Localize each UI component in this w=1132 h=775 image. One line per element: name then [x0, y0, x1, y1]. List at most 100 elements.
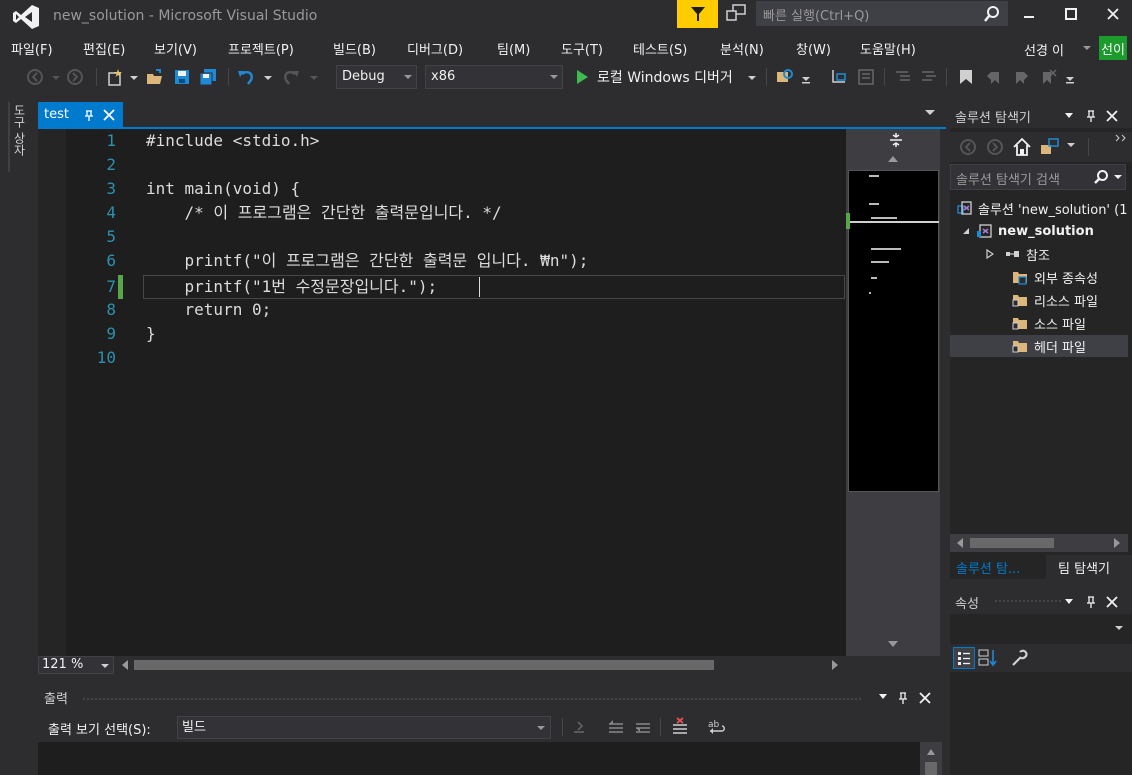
toolbar-overflow-icon[interactable]	[1114, 134, 1128, 142]
scroll-left-arrow-icon[interactable]	[122, 660, 128, 670]
scroll-right-arrow-icon[interactable]	[832, 660, 838, 670]
maximize-button[interactable]	[1056, 4, 1086, 24]
solution-horizontal-scroll-thumb[interactable]	[970, 538, 1054, 548]
menu-view[interactable]: 보기(V)	[154, 39, 197, 58]
code-line[interactable]: printf("이 프로그램은 간단한 출력문 입니다. ₩n");	[146, 249, 589, 273]
find-dropdown-icon[interactable]	[800, 68, 812, 86]
menu-test[interactable]: 테스트(S)	[633, 39, 687, 58]
scroll-right-arrow-icon[interactable]	[1114, 538, 1120, 548]
close-icon[interactable]	[918, 691, 932, 705]
quick-launch-input[interactable]: 빠른 실행(Ctrl+Q)	[756, 1, 1008, 26]
account-dropdown-icon[interactable]	[1083, 46, 1091, 52]
undo-icon[interactable]	[237, 68, 255, 86]
categorized-icon[interactable]	[953, 647, 975, 669]
code-line[interactable]: int main(void) {	[146, 177, 300, 201]
panel-grip[interactable]	[994, 599, 1062, 603]
code-line[interactable]: #include <stdio.h>	[146, 129, 319, 153]
minimize-button[interactable]	[1014, 4, 1044, 24]
next-message-icon[interactable]	[634, 718, 652, 736]
find-in-files-icon[interactable]	[776, 68, 794, 86]
uncomment-lines-icon[interactable]	[920, 68, 938, 86]
save-icon[interactable]	[173, 68, 191, 86]
scroll-down-arrow-icon[interactable]	[888, 641, 898, 647]
code-line[interactable]: return 0;	[146, 298, 272, 322]
code-line[interactable]: }	[146, 322, 156, 346]
document-list-dropdown-icon[interactable]	[925, 110, 935, 115]
scroll-up-arrow-icon[interactable]	[926, 748, 936, 756]
horizontal-scroll-thumb[interactable]	[134, 660, 714, 670]
user-account-name[interactable]: 선경 이	[1024, 40, 1064, 59]
start-debugging-play-icon[interactable]	[573, 68, 591, 86]
open-file-icon[interactable]	[146, 68, 164, 86]
tab-team-explorer[interactable]: 팀 탐색기	[1054, 555, 1132, 579]
properties-toolbar-icon[interactable]	[857, 68, 875, 86]
back-icon[interactable]	[959, 138, 977, 156]
save-all-icon[interactable]	[199, 68, 217, 86]
toolbox-label[interactable]: 도구 상자	[10, 104, 28, 170]
properties-object-select[interactable]	[950, 616, 1128, 640]
close-window-button[interactable]	[1098, 4, 1128, 24]
toggle-word-wrap-icon[interactable]: ab	[707, 718, 727, 736]
pin-icon[interactable]	[896, 691, 910, 705]
tree-item-solution[interactable]: 솔루션 'new_solution' (1개 프로젝트)	[956, 197, 1128, 219]
tab-solution-explorer[interactable]: 솔루션 탐...	[950, 555, 1046, 579]
redo-dropdown-icon[interactable]	[309, 68, 319, 86]
redo-icon[interactable]	[282, 68, 300, 86]
collapsed-arrow-icon[interactable]	[986, 249, 994, 259]
code-editor[interactable]: 1 2 3 4 5 6 7 8 9 10 #include <stdio.h> …	[38, 129, 846, 656]
close-icon[interactable]	[1105, 595, 1119, 609]
pin-icon[interactable]	[82, 108, 96, 122]
alphabetical-icon[interactable]	[978, 648, 1000, 668]
close-icon[interactable]	[1105, 109, 1119, 123]
output-text-area[interactable]	[38, 742, 942, 775]
forward-icon[interactable]	[986, 138, 1004, 156]
search-options-dropdown-icon[interactable]	[1114, 175, 1122, 181]
solution-platform-select[interactable]: x86	[425, 65, 563, 89]
switch-views-dropdown-icon[interactable]	[1067, 143, 1075, 149]
panel-grip[interactable]	[82, 697, 862, 701]
start-debugging-button[interactable]: 로컬 Windows 디버거	[597, 67, 733, 87]
clear-bookmarks-icon[interactable]	[1039, 68, 1057, 86]
panel-menu-dropdown-icon[interactable]	[1064, 112, 1074, 120]
menu-file[interactable]: 파일(F)	[11, 39, 53, 58]
menu-analyze[interactable]: 분석(N)	[720, 39, 764, 58]
navigate-forward-icon[interactable]	[66, 68, 84, 86]
notifications-button[interactable]	[677, 0, 718, 28]
previous-bookmark-icon[interactable]	[985, 68, 1003, 86]
code-minimap[interactable]	[848, 170, 939, 492]
user-avatar-badge[interactable]: 선이	[1099, 36, 1127, 60]
zoom-level-select[interactable]: 121 %	[38, 656, 114, 674]
output-scroll-thumb[interactable]	[925, 762, 937, 775]
home-icon[interactable]	[1012, 137, 1032, 157]
navigate-back-icon[interactable]	[26, 68, 44, 86]
menu-build[interactable]: 빌드(B)	[333, 39, 376, 58]
editor-vertical-scrollbar-map[interactable]	[846, 129, 940, 656]
solution-explorer-horizontal-scrollbar[interactable]	[950, 534, 1128, 552]
navigate-back-dropdown-icon[interactable]	[51, 68, 61, 86]
feedback-icon[interactable]	[724, 2, 748, 26]
new-project-dropdown-icon[interactable]	[129, 68, 139, 86]
solution-explorer-search-input[interactable]: 솔루션 탐색기 검색	[950, 164, 1126, 190]
previous-message-icon[interactable]	[607, 718, 625, 736]
panel-menu-dropdown-icon[interactable]	[878, 693, 888, 701]
panel-menu-dropdown-icon[interactable]	[1064, 598, 1074, 606]
tree-item-header-files[interactable]: 헤더 파일	[1012, 335, 1128, 357]
output-source-select[interactable]: 빌드	[177, 716, 551, 739]
switch-views-icon[interactable]	[1040, 137, 1060, 157]
find-message-in-code-icon[interactable]	[570, 718, 588, 736]
bookmark-icon[interactable]	[957, 68, 975, 86]
tree-item-external-dependencies[interactable]: 외부 종속성	[1012, 266, 1128, 288]
search-icon[interactable]	[983, 5, 1001, 23]
clear-all-icon[interactable]	[671, 717, 689, 735]
tree-item-references[interactable]: 참조	[986, 243, 1128, 265]
tree-item-resource-files[interactable]: 리소스 파일	[1012, 289, 1128, 311]
property-pages-wrench-icon[interactable]	[1010, 648, 1030, 668]
code-line[interactable]: /* 이 프로그램은 간단한 출력문입니다. */	[146, 201, 502, 225]
close-icon[interactable]	[102, 108, 116, 122]
menu-team[interactable]: 팀(M)	[497, 39, 530, 58]
menu-debug[interactable]: 디버그(D)	[407, 39, 463, 58]
output-vertical-scrollbar[interactable]	[920, 742, 942, 775]
menu-edit[interactable]: 편집(E)	[83, 39, 125, 58]
pin-icon[interactable]	[1084, 595, 1098, 609]
scroll-left-arrow-icon[interactable]	[957, 538, 963, 548]
